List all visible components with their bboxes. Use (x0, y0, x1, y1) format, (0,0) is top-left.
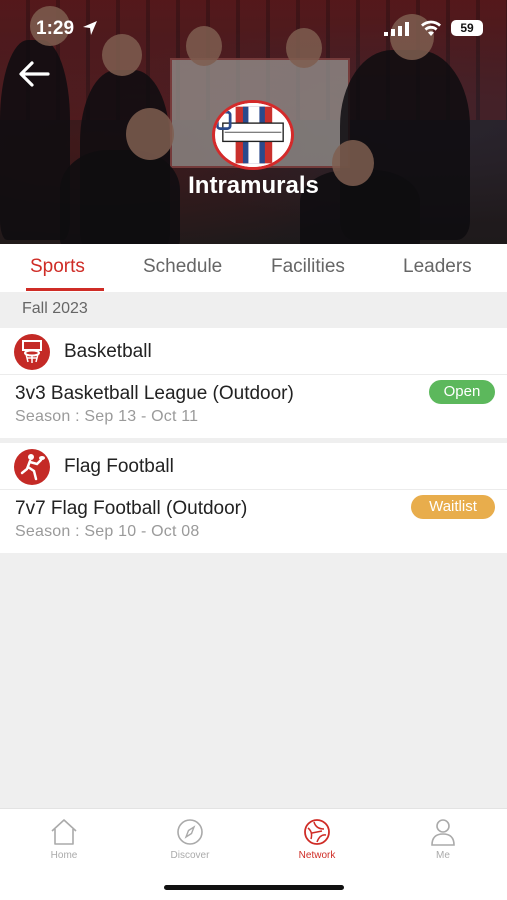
football-player-icon (14, 449, 50, 485)
tab-sports[interactable]: Sports (30, 256, 85, 278)
home-icon (51, 819, 77, 845)
compass-icon (177, 819, 203, 845)
nav-discover[interactable]: Discover (145, 817, 235, 871)
hero-banner: 1:29 59 Intramurals (0, 0, 507, 244)
nav-network[interactable]: Network (272, 817, 362, 871)
intramurals-logo (212, 100, 294, 170)
status-time: 1:29 (36, 18, 75, 39)
tab-leaders[interactable]: Leaders (403, 256, 472, 278)
status-bar: 1:29 59 (0, 14, 507, 42)
battery-indicator: 59 (451, 20, 483, 36)
status-badge-open[interactable]: Open (429, 380, 495, 404)
tab-facilities[interactable]: Facilities (271, 256, 345, 278)
season-header: Fall 2023 (22, 300, 88, 317)
nav-label: Network (298, 850, 336, 861)
nav-label: Home (50, 850, 78, 861)
active-tab-indicator (26, 288, 104, 291)
nav-home[interactable]: Home (19, 817, 109, 871)
wifi-icon (421, 20, 441, 36)
person-icon (431, 819, 455, 846)
nav-label: Discover (170, 850, 210, 861)
league-season-dates: Season : Sep 13 - Oct 11 (15, 408, 199, 425)
home-indicator[interactable] (164, 885, 344, 890)
status-badge-waitlist[interactable]: Waitlist (411, 495, 495, 519)
page-title: Intramurals (188, 172, 319, 199)
tab-schedule[interactable]: Schedule (143, 256, 222, 278)
nav-label: Me (436, 850, 450, 861)
league-season-dates: Season : Sep 10 - Oct 08 (15, 523, 200, 540)
sport-name: Basketball (64, 341, 152, 362)
sport-header[interactable]: Basketball (0, 328, 507, 375)
nav-me[interactable]: Me (398, 817, 488, 871)
sport-header[interactable]: Flag Football (0, 443, 507, 490)
back-arrow-icon[interactable] (18, 60, 50, 88)
location-arrow-icon (83, 21, 97, 35)
cellular-signal-icon (384, 22, 409, 36)
sport-card-flag-football: Flag Football 7v7 Flag Football (Outdoor… (0, 443, 507, 553)
basketball-hoop-icon (14, 334, 50, 370)
league-name[interactable]: 7v7 Flag Football (Outdoor) (15, 498, 247, 520)
sport-card-basketball: Basketball 3v3 Basketball League (Outdoo… (0, 328, 507, 438)
network-icon (304, 819, 330, 845)
sport-name: Flag Football (64, 456, 174, 477)
league-name[interactable]: 3v3 Basketball League (Outdoor) (15, 383, 294, 405)
tab-bar: Sports Schedule Facilities Leaders (0, 244, 507, 292)
